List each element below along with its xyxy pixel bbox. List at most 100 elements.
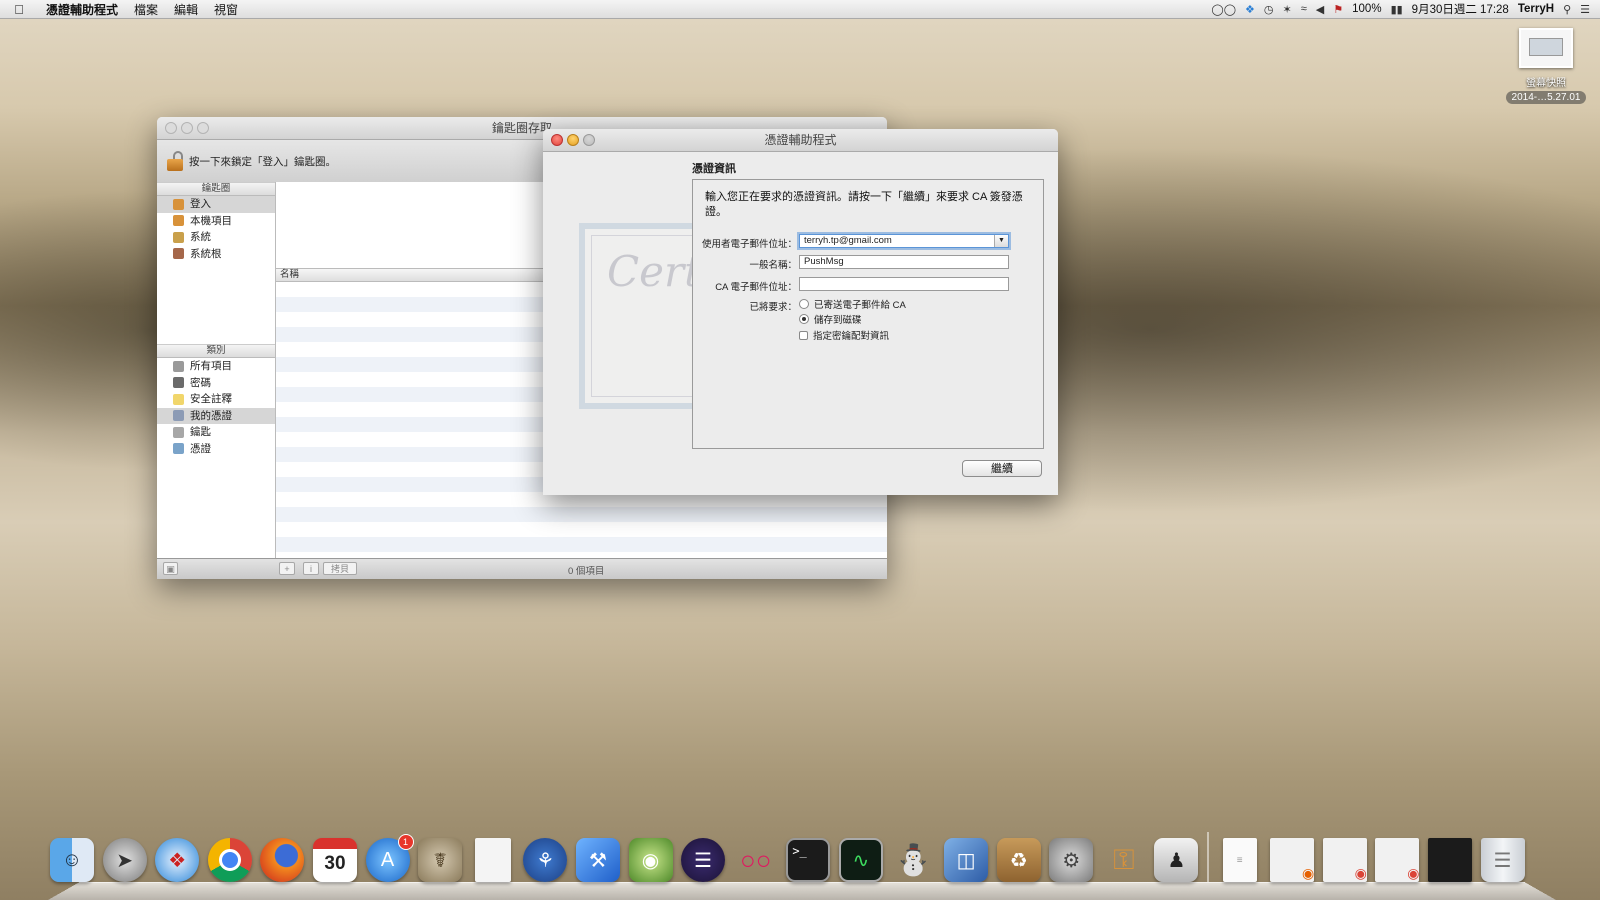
- system-preferences-icon[interactable]: ⚙: [1049, 838, 1094, 882]
- virtualbox-icon[interactable]: ◫: [944, 838, 989, 882]
- gimp-icon[interactable]: ☤: [418, 838, 463, 882]
- sidebar-item-local-items[interactable]: 本機項目: [157, 213, 275, 230]
- window-terminal-icon[interactable]: [1428, 838, 1473, 882]
- calendar-icon[interactable]: 30: [312, 838, 357, 882]
- android-sdk-icon[interactable]: ◉: [628, 838, 673, 882]
- section-title: 憑證資訊: [692, 163, 736, 175]
- sidebar-item-system[interactable]: 系統: [157, 229, 275, 246]
- close-button[interactable]: [165, 122, 177, 134]
- zoom-button[interactable]: [583, 134, 595, 146]
- sidebar-item-passwords[interactable]: 密碼: [157, 375, 275, 392]
- pen-icon: [173, 377, 184, 389]
- certificate-assistant-titlebar[interactable]: 憑證輔助程式: [543, 129, 1058, 152]
- chevron-down-icon[interactable]: ▼: [994, 235, 1008, 247]
- apple-menu-icon[interactable]: : [0, 2, 38, 17]
- clock[interactable]: 9月30日週二 17:28: [1412, 1, 1509, 17]
- firefox-icon[interactable]: [260, 838, 305, 882]
- sidebar-item-label: 我的憑證: [190, 409, 232, 422]
- finder-icon[interactable]: ☺: [50, 838, 94, 882]
- sidebar-item-certificates[interactable]: 憑證: [157, 441, 275, 458]
- ca-email-field[interactable]: [799, 277, 1009, 291]
- flickr-icon[interactable]: ○○: [734, 838, 778, 882]
- option-emailed-to-ca[interactable]: 已寄送電子郵件給 CA: [799, 297, 906, 311]
- flag-us-icon[interactable]: ⚑: [1333, 3, 1343, 16]
- user-name[interactable]: TerryH: [1518, 3, 1554, 15]
- android-icon[interactable]: ⛄: [892, 838, 936, 882]
- column-header-label: 名稱: [280, 269, 300, 280]
- document-icon[interactable]: [474, 838, 511, 882]
- show-preview-button[interactable]: ▣: [163, 562, 178, 575]
- sidebar-item-keys[interactable]: 鑰匙: [157, 424, 275, 441]
- add-item-button[interactable]: +: [279, 562, 295, 575]
- wifi-icon[interactable]: ≈: [1301, 3, 1307, 15]
- minimize-button[interactable]: [181, 122, 193, 134]
- activity-monitor-icon[interactable]: ∿: [838, 838, 883, 882]
- option-label: 已寄送電子郵件給 CA: [814, 300, 906, 311]
- window-chrome-2-icon[interactable]: ◉: [1375, 838, 1420, 882]
- common-name-field[interactable]: PushMsg: [799, 255, 1009, 269]
- continue-button[interactable]: 繼續: [962, 460, 1042, 477]
- menu-window[interactable]: 視窗: [206, 1, 246, 18]
- window-chrome-icon[interactable]: ◉: [1322, 838, 1367, 882]
- text-document-icon[interactable]: ≡: [1222, 838, 1257, 882]
- spotlight-icon[interactable]: ⚲: [1563, 3, 1571, 16]
- menu-app-name[interactable]: 憑證輔助程式: [38, 1, 126, 18]
- dock-shelf: [48, 881, 1556, 900]
- archive-utility-icon[interactable]: ♻: [996, 838, 1041, 882]
- volume-icon[interactable]: ◀: [1316, 3, 1324, 16]
- item-count: 0 個項目: [568, 566, 605, 577]
- time-machine-icon[interactable]: ◷: [1264, 3, 1274, 16]
- radio-emailed[interactable]: [799, 299, 809, 309]
- email-label: 使用者電子郵件位址：: [701, 239, 797, 250]
- keychain-bottom-bar: ▣ + i 拷貝 0 個項目: [157, 558, 887, 579]
- notification-center-icon[interactable]: ☰: [1580, 3, 1590, 16]
- copy-button[interactable]: 拷貝: [323, 562, 357, 575]
- menu-file[interactable]: 檔案: [126, 1, 166, 18]
- close-button[interactable]: [551, 134, 563, 146]
- glasses-icon[interactable]: ◯◯: [1211, 3, 1236, 16]
- xcode-icon[interactable]: ⚒: [575, 838, 620, 882]
- eclipse-icon[interactable]: ☰: [681, 838, 726, 882]
- keychain-access-icon[interactable]: ⚿: [1102, 838, 1146, 882]
- window-firefox-icon[interactable]: ◉: [1270, 838, 1315, 882]
- zoom-button[interactable]: [197, 122, 209, 134]
- unlocked-padlock-icon[interactable]: [167, 151, 183, 171]
- sidebar-item-all-items[interactable]: 所有項目: [157, 358, 275, 375]
- sidebar-item-system-roots[interactable]: 系統根: [157, 246, 275, 263]
- user-email-combo[interactable]: terryh.tp@gmail.com ▼: [799, 234, 1009, 248]
- cabinet-icon: [173, 248, 184, 260]
- app-store-icon[interactable]: A1: [365, 834, 414, 882]
- info-button[interactable]: i: [303, 562, 319, 575]
- option-label: 儲存到磁碟: [814, 315, 862, 326]
- sidebar-item-my-certificates[interactable]: 我的憑證: [157, 407, 275, 424]
- alfred-icon[interactable]: ♟: [1154, 838, 1199, 882]
- note-icon: [173, 393, 184, 405]
- terminal-icon[interactable]: >_: [786, 838, 831, 882]
- radio-saved[interactable]: [799, 314, 809, 324]
- chrome-icon[interactable]: [207, 838, 252, 882]
- option-saved-to-disk[interactable]: 儲存到磁碟: [799, 312, 862, 326]
- unlocked-padlock-icon: [173, 215, 184, 227]
- dropbox-icon[interactable]: ❖: [1245, 3, 1255, 16]
- launchpad-icon[interactable]: ➤: [102, 838, 147, 882]
- certificate-assistant-window: 憑證輔助程式 Certif 憑證資訊 輸入您正在要求的憑證資訊。請按一下「繼續」…: [543, 129, 1058, 495]
- desktop-screenshot-file[interactable]: 螢幕快照 2014-…5.27.01: [1500, 28, 1592, 104]
- keychain-sidebar: 鑰匙圈 登入 本機項目 系統 系統根 類別 所有項目 密碼 安全註釋 我的憑證 …: [157, 182, 276, 559]
- sidebar-item-secure-notes[interactable]: 安全註釋: [157, 391, 275, 408]
- menu-edit[interactable]: 編輯: [166, 1, 206, 18]
- request-label: 已將要求：: [749, 302, 797, 313]
- battery-icon[interactable]: ▮▮: [1391, 3, 1403, 16]
- minimize-button[interactable]: [567, 134, 579, 146]
- battery-percent: 100%: [1352, 3, 1382, 15]
- trash-icon[interactable]: ☰: [1480, 838, 1525, 882]
- option-label: 指定密鑰配對資訊: [813, 331, 890, 342]
- checkbox-key-pair[interactable]: [799, 330, 808, 340]
- dock-separator: [1207, 832, 1210, 882]
- desktop-icon-sublabel: 2014-…5.27.01: [1505, 91, 1587, 104]
- sidebar-item-login[interactable]: 登入: [157, 196, 275, 213]
- sourcetree-icon[interactable]: ⚘: [523, 838, 568, 882]
- safari-icon[interactable]: ❖: [155, 838, 200, 882]
- bluetooth-icon[interactable]: ✶: [1283, 3, 1292, 16]
- option-key-pair-info[interactable]: 指定密鑰配對資訊: [799, 328, 889, 342]
- sidebar-item-label: 密碼: [190, 376, 211, 389]
